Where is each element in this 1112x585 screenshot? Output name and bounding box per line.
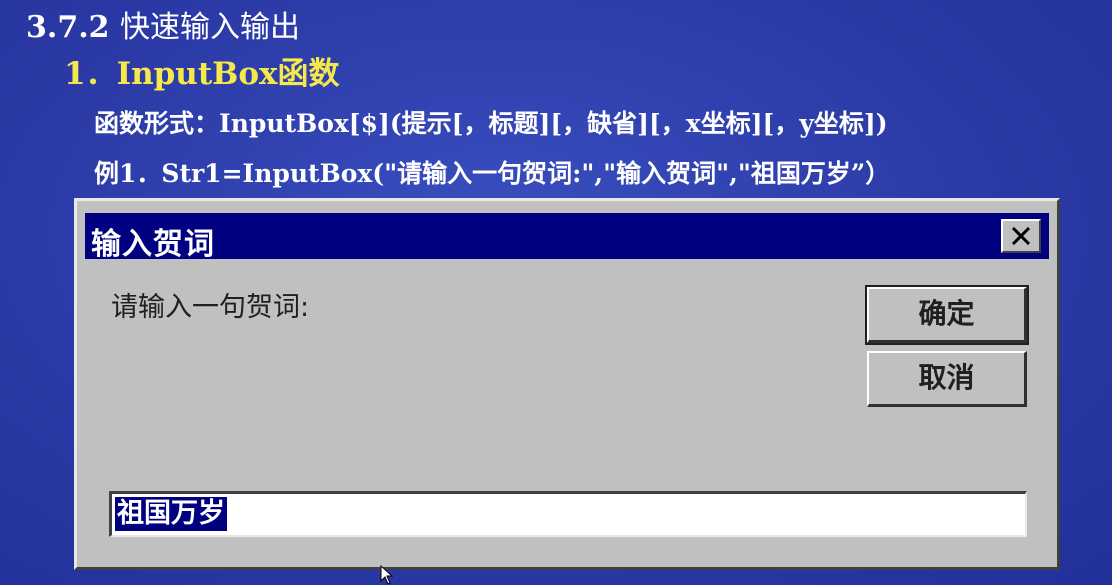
syntax-line: 函数形式：InputBox[$](提示[，标题][，缺省][，x坐标][，y坐标… (94, 109, 888, 138)
cancel-button[interactable]: 取消 (867, 351, 1027, 407)
close-button[interactable] (1001, 219, 1041, 253)
dialog-titlebar[interactable]: 输入贺词 (85, 213, 1049, 262)
slide-subheading: 1．InputBox函数 (64, 56, 340, 92)
heading-number: 3.7.2 (26, 10, 110, 45)
example-line: 例1．Str1=InputBox("请输入一句贺词:","输入贺词","祖国万岁… (94, 159, 891, 188)
heading-text: 快速输入输出 (119, 10, 300, 45)
input-selected-value: 祖国万岁 (115, 497, 227, 531)
slide-heading: 3.7.2 快速输入输出 (26, 2, 300, 46)
prompt-label: 请输入一句贺词: (111, 292, 310, 323)
inputbox-dialog: 输入贺词 请输入一句贺词: 确定 取消 祖国万岁 (74, 198, 1060, 570)
mouse-cursor-icon (380, 565, 394, 585)
close-icon (1011, 226, 1031, 246)
ok-button[interactable]: 确定 (865, 285, 1029, 345)
dialog-title: 输入贺词 (91, 227, 215, 262)
text-input[interactable]: 祖国万岁 (109, 491, 1027, 537)
